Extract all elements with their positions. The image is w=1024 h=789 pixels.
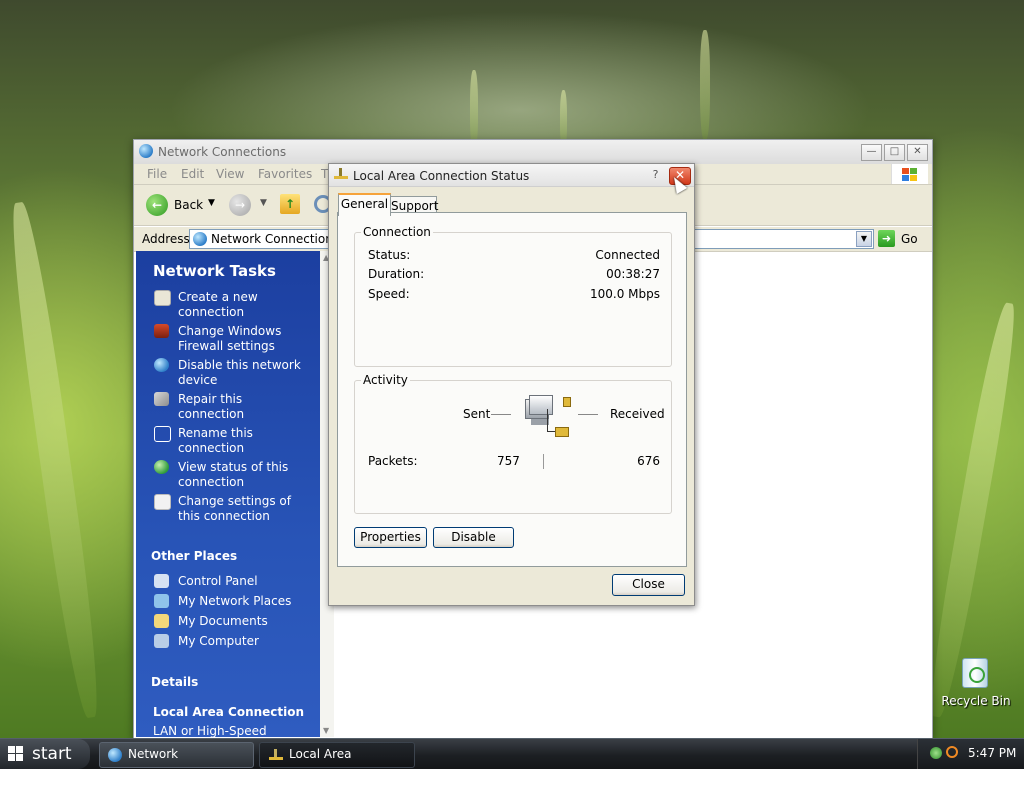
task-view-status[interactable]: View status of this connection — [178, 460, 288, 490]
menu-edit[interactable]: Edit — [181, 167, 204, 181]
disable-button[interactable]: Disable — [433, 527, 514, 548]
network-connections-icon — [108, 748, 122, 762]
search-tray-icon[interactable] — [946, 746, 958, 758]
connection-group: Connection Status: Connected Duration: 0… — [354, 225, 672, 367]
status-dialog: Local Area Connection Status ? ✕ General… — [328, 163, 695, 606]
packets-sent-value: 757 — [497, 454, 520, 468]
task-rename-connection[interactable]: Rename this connection — [178, 426, 253, 456]
new-connection-icon — [154, 290, 171, 306]
place-my-documents[interactable]: My Documents — [178, 614, 268, 629]
explorer-title: Network Connections — [158, 145, 287, 159]
properties-button[interactable]: Properties — [354, 527, 427, 548]
go-arrow-icon[interactable]: ➜ — [878, 230, 895, 247]
received-line — [578, 414, 598, 415]
back-button-label[interactable]: Back — [174, 198, 203, 212]
details-connection-type: LAN or High-Speed — [153, 724, 267, 737]
status-value: Connected — [595, 248, 660, 262]
grass-blade — [470, 70, 478, 150]
status-label: Status: — [368, 248, 411, 262]
task-pane: Network Tasks Create a new connection Cha… — [136, 251, 320, 737]
network-places-icon — [154, 594, 169, 608]
sent-line — [491, 414, 511, 415]
place-control-panel[interactable]: Control Panel — [178, 574, 258, 589]
packets-received-value: 676 — [637, 454, 660, 468]
back-arrow-icon[interactable]: ← — [146, 194, 168, 216]
details-heading: Details — [151, 675, 199, 689]
task-change-settings[interactable]: Change settings of this connection — [178, 494, 291, 524]
dialog-title-bar[interactable]: Local Area Connection Status ? ✕ — [329, 164, 694, 187]
windows-logo-icon — [891, 164, 928, 184]
connection-icon — [334, 168, 348, 180]
disable-network-icon — [154, 358, 169, 372]
packets-label: Packets: — [368, 454, 418, 468]
place-my-network-places[interactable]: My Network Places — [178, 594, 291, 609]
network-connections-icon — [139, 144, 153, 158]
packets-divider — [543, 454, 544, 469]
task-disable-network-device[interactable]: Disable this network device — [178, 358, 301, 388]
system-tray: 5:47 PM — [917, 739, 1024, 769]
go-button-label[interactable]: Go — [901, 232, 918, 246]
forward-dropdown-icon[interactable]: ▼ — [260, 198, 267, 208]
explorer-title-bar[interactable]: Network Connections — □ ✕ — [134, 140, 932, 165]
taskbar-network-connections[interactable]: Network Connections — [99, 742, 254, 784]
menu-favorites[interactable]: Favorites — [258, 167, 312, 181]
start-label: start — [32, 744, 72, 764]
minimize-button[interactable]: — — [861, 144, 882, 161]
address-value: Network Connections — [211, 232, 340, 246]
received-label: Received — [610, 407, 665, 421]
recycle-bin[interactable]: Recycle Bin — [940, 656, 1012, 716]
dialog-title: Local Area Connection Status — [353, 169, 530, 183]
network-connections-icon — [193, 232, 207, 246]
start-button[interactable]: start — [0, 739, 90, 769]
back-dropdown-icon[interactable]: ▼ — [208, 198, 215, 208]
taskbar: start Network Connections Local Area Con… — [0, 738, 1024, 784]
task-repair-connection[interactable]: Repair this connection — [178, 392, 244, 422]
control-panel-icon — [154, 574, 169, 588]
my-documents-icon — [154, 614, 169, 628]
close-button[interactable]: Close — [612, 574, 685, 596]
activity-group: Activity Sent Received Packets: 757 676 — [354, 373, 672, 514]
up-folder-icon[interactable]: ↑ — [280, 194, 300, 214]
place-my-computer[interactable]: My Computer — [178, 634, 259, 649]
menu-view[interactable]: View — [216, 167, 244, 181]
menu-file[interactable]: File — [147, 167, 167, 181]
task-change-firewall-settings[interactable]: Change Windows Firewall settings — [178, 324, 281, 354]
my-computer-icon — [154, 634, 169, 648]
network-tray-icon[interactable] — [930, 747, 942, 759]
clock[interactable]: 5:47 PM — [968, 746, 1016, 760]
general-tab-panel: Connection Status: Connected Duration: 0… — [337, 212, 687, 567]
details-connection-name: Local Area Connection — [153, 705, 305, 719]
view-status-icon — [154, 460, 169, 474]
firewall-icon — [154, 324, 169, 338]
address-dropdown-icon[interactable]: ▼ — [856, 231, 872, 247]
address-label: Address — [142, 232, 190, 246]
repair-wrench-icon — [154, 392, 169, 406]
maximize-button[interactable]: □ — [884, 144, 905, 161]
speed-label: Speed: — [368, 287, 410, 301]
tab-general[interactable]: General — [338, 193, 391, 216]
grass-blade — [700, 30, 710, 140]
connection-icon — [269, 749, 283, 761]
help-button[interactable]: ? — [648, 168, 663, 182]
network-tasks-heading: Network Tasks — [153, 262, 276, 280]
taskbar-local-area-connection[interactable]: Local Area Connecti... — [259, 742, 415, 784]
connection-group-label: Connection — [361, 225, 433, 239]
recycle-bin-icon — [962, 658, 988, 688]
duration-value: 00:38:27 — [606, 267, 660, 281]
sent-label: Sent — [463, 407, 491, 421]
windows-flag-icon — [8, 746, 24, 762]
duration-label: Duration: — [368, 267, 425, 281]
change-settings-icon — [154, 494, 171, 510]
recycle-bin-label: Recycle Bin — [941, 694, 1011, 708]
other-places-heading: Other Places — [151, 549, 238, 563]
activity-group-label: Activity — [361, 373, 410, 387]
rename-icon — [154, 426, 171, 442]
grass-blade — [3, 200, 107, 720]
close-window-button[interactable]: ✕ — [907, 144, 928, 161]
speed-value: 100.0 Mbps — [589, 287, 660, 301]
network-activity-icon — [523, 393, 573, 443]
forward-arrow-icon[interactable]: → — [229, 194, 251, 216]
scroll-down-icon[interactable]: ▼ — [323, 726, 329, 735]
task-create-new-connection[interactable]: Create a new connection — [178, 290, 258, 320]
